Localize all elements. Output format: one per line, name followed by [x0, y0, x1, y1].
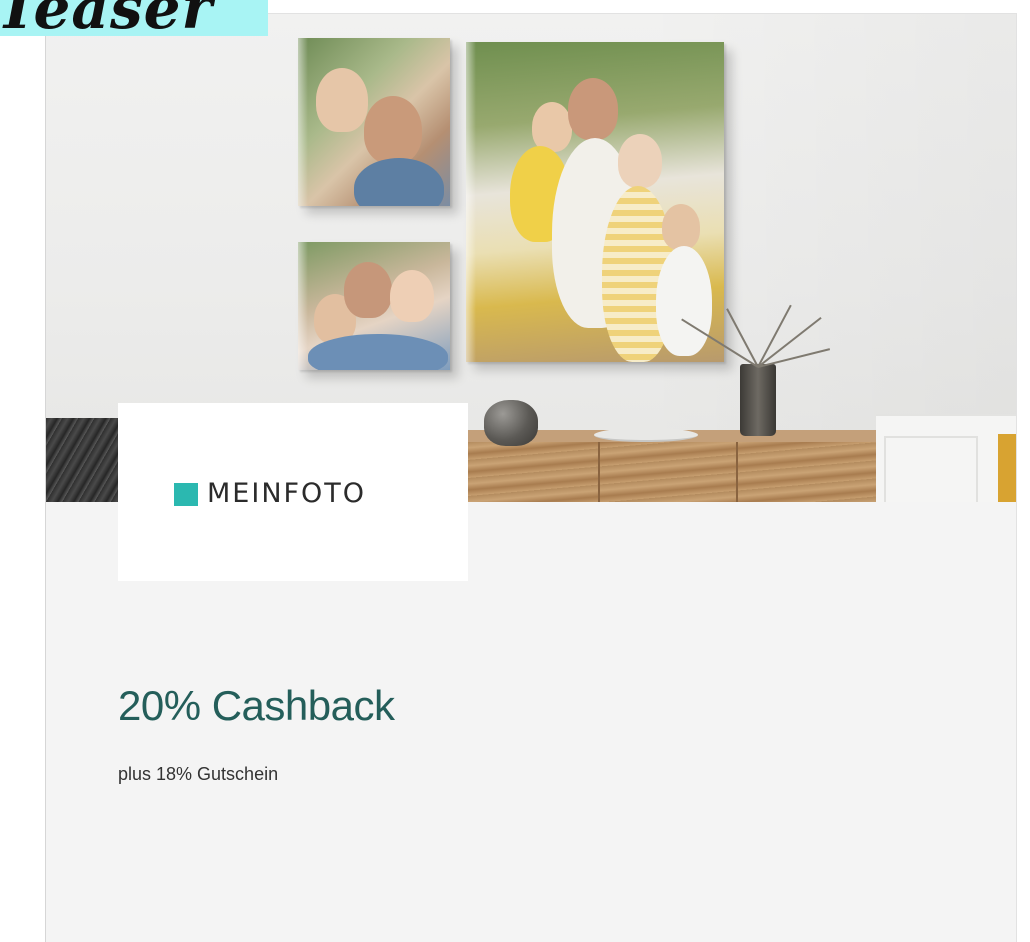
photo-canvas-small-bottom — [298, 242, 450, 370]
person-figure — [364, 96, 422, 164]
voucher-subline: plus 18% Gutschein — [118, 764, 279, 784]
vase-tall — [740, 364, 776, 436]
teaser-tag-label: Teaser — [0, 0, 214, 36]
person-figure — [316, 68, 368, 132]
cashback-headline: 20% Cashback — [118, 682, 395, 729]
person-figure — [390, 270, 434, 322]
shirt-figure — [354, 158, 444, 206]
photo-canvas-small-top — [298, 38, 450, 206]
person-figure — [568, 78, 618, 140]
person-figure — [662, 204, 700, 250]
shirt-figure — [656, 246, 712, 356]
drawer-divider — [598, 442, 600, 502]
brand-logo-text: MEINFOTO — [207, 478, 367, 509]
wall-panel — [884, 436, 978, 502]
person-figure — [344, 262, 392, 318]
drawer-divider — [736, 442, 738, 502]
blanket-image — [46, 418, 120, 502]
photo-canvas-large — [466, 42, 724, 362]
vase-small — [484, 400, 538, 446]
teaser-tag: Teaser — [0, 0, 268, 36]
chair-image — [998, 434, 1016, 502]
brand-logo-box: MEINFOTO — [118, 403, 468, 581]
offer-card[interactable]: MEINFOTO 20% Cashback plus 18% Gutschein — [45, 13, 1017, 942]
person-figure — [532, 102, 572, 152]
sideboard — [466, 442, 876, 502]
shirt-figure — [308, 334, 448, 370]
plate — [594, 428, 698, 442]
person-figure — [618, 134, 662, 188]
teal-square-icon — [174, 483, 198, 506]
